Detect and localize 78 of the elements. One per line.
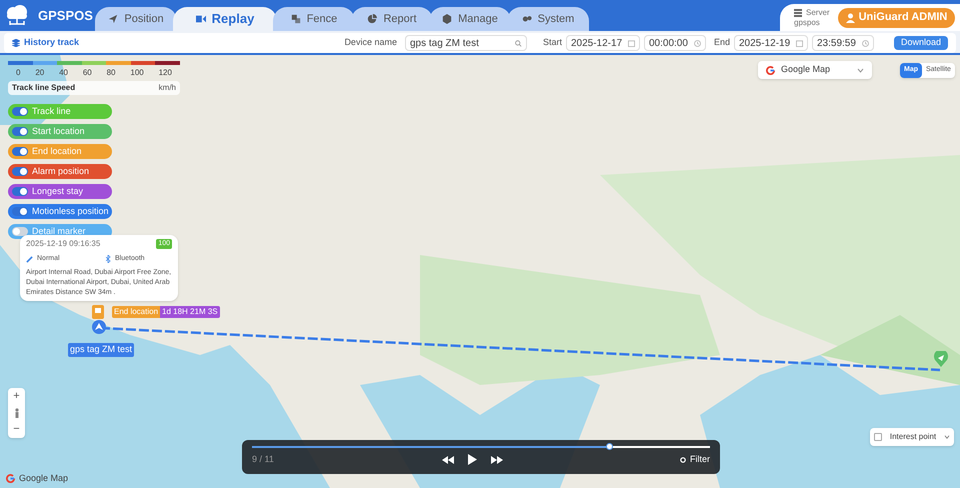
system-icon bbox=[522, 14, 532, 24]
switch[interactable] bbox=[12, 167, 28, 176]
layer-toggle[interactable]: Alarm position bbox=[8, 164, 112, 179]
stack-icon bbox=[12, 39, 20, 47]
download-button[interactable]: Download bbox=[894, 36, 948, 50]
progress-thumb[interactable] bbox=[606, 443, 614, 450]
fast-forward-icon[interactable] bbox=[491, 456, 503, 464]
manage-icon bbox=[442, 14, 452, 24]
pegman-icon[interactable] bbox=[14, 408, 20, 418]
speed-tick: 100 bbox=[130, 67, 144, 79]
speed-legend-title: Track line Speed bbox=[12, 82, 76, 94]
switch[interactable] bbox=[12, 147, 28, 156]
switch[interactable] bbox=[12, 227, 28, 236]
nav-tab[interactable]: System bbox=[507, 7, 589, 31]
time-field[interactable]: 23:59:59 bbox=[812, 35, 874, 51]
user-icon bbox=[846, 12, 855, 22]
map-type-dropdown[interactable]: Google Map bbox=[758, 61, 872, 79]
cloud-network-logo-icon bbox=[4, 4, 30, 28]
calendar-icon bbox=[628, 40, 635, 46]
end-location-badge: End location bbox=[112, 306, 160, 318]
google-g-icon bbox=[766, 66, 775, 74]
checkbox[interactable] bbox=[874, 433, 882, 441]
google-g-icon bbox=[6, 474, 15, 484]
speed-unit: km/h bbox=[158, 82, 176, 94]
end-label: End bbox=[714, 36, 730, 50]
speed-tick: 20 bbox=[35, 67, 44, 79]
switch[interactable] bbox=[12, 187, 28, 196]
start-label: Start bbox=[542, 36, 562, 50]
report-icon bbox=[367, 14, 378, 24]
chevron-down-icon bbox=[944, 435, 950, 439]
nav-tab[interactable]: Position bbox=[95, 7, 177, 31]
interest-point-toggle[interactable]: Interest point bbox=[870, 428, 954, 446]
nav-tab[interactable]: Fence bbox=[273, 7, 355, 31]
switch[interactable] bbox=[12, 127, 28, 136]
track-counter: 9 / 11 bbox=[252, 453, 275, 466]
search-icon bbox=[515, 40, 522, 46]
popup-time: 2025-12-19 09:16:35 bbox=[26, 238, 100, 250]
clock-icon bbox=[862, 40, 869, 46]
calendar-icon bbox=[796, 40, 803, 46]
server-label: Server bbox=[806, 8, 830, 18]
rewind-icon[interactable] bbox=[442, 456, 454, 464]
zoom-in-button[interactable]: + bbox=[8, 388, 25, 405]
server-icon bbox=[794, 8, 802, 16]
switch[interactable] bbox=[12, 207, 28, 216]
speed-tick: 0 bbox=[16, 67, 20, 79]
layer-toggle[interactable]: Motionless position bbox=[8, 204, 112, 219]
history-track-title: History track bbox=[24, 36, 80, 50]
nav-tab[interactable]: Report bbox=[351, 7, 433, 31]
date-field[interactable]: 2025-12-17 bbox=[566, 35, 640, 51]
device-map-label: gps tag ZM test bbox=[68, 343, 134, 356]
attribution-text: Google Map bbox=[19, 472, 68, 485]
date-field[interactable]: 2025-12-19 bbox=[734, 35, 808, 51]
replay-icon bbox=[196, 14, 206, 24]
chevron-down-icon bbox=[857, 68, 864, 72]
app-logo-text: GPSPOS bbox=[38, 6, 93, 25]
clock-icon bbox=[694, 40, 701, 46]
device-name-label: Device name bbox=[344, 36, 397, 50]
device-name-field[interactable]: gps tag ZM test bbox=[404, 35, 527, 51]
stay-duration-badge: 1d 18H 21M 3S bbox=[160, 306, 220, 318]
speed-tick: 120 bbox=[158, 67, 172, 79]
start-marker-icon bbox=[934, 351, 948, 367]
end-flag-marker-icon bbox=[92, 305, 104, 319]
position-icon bbox=[108, 14, 118, 24]
zoom-out-button[interactable]: − bbox=[8, 421, 25, 438]
nav-tab[interactable]: Replay bbox=[173, 7, 277, 31]
speed-tick: 80 bbox=[106, 67, 116, 79]
time-field[interactable]: 00:00:00 bbox=[644, 35, 706, 51]
layer-toggle[interactable]: Longest stay bbox=[8, 184, 112, 199]
gear-icon bbox=[680, 456, 686, 463]
bluetooth-icon bbox=[106, 255, 111, 264]
speed-tick: 60 bbox=[82, 67, 92, 79]
filter-button[interactable]: Filter bbox=[680, 453, 710, 466]
nav-tab[interactable]: Manage bbox=[429, 7, 511, 31]
server-name: gpspos bbox=[794, 18, 821, 28]
fence-icon bbox=[290, 14, 301, 24]
speed-tick: 40 bbox=[59, 67, 68, 79]
switch[interactable] bbox=[12, 107, 28, 116]
play-icon[interactable] bbox=[468, 454, 477, 466]
